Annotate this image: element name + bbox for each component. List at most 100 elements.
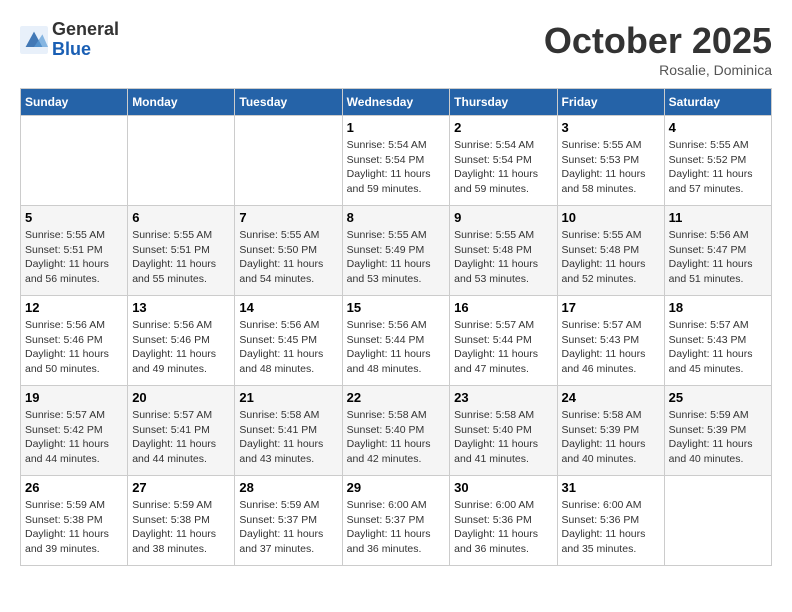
day-number: 4 (669, 120, 767, 135)
day-info: Sunrise: 5:59 AM Sunset: 5:39 PM Dayligh… (669, 408, 767, 467)
calendar-day-header: Tuesday (235, 89, 342, 116)
calendar-cell: 2 Sunrise: 5:54 AM Sunset: 5:54 PM Daylig… (450, 116, 557, 206)
logo-blue: Blue (52, 40, 119, 60)
day-info: Sunrise: 5:55 AM Sunset: 5:48 PM Dayligh… (562, 228, 660, 287)
day-number: 5 (25, 210, 123, 225)
page-header: General Blue October 2025 Rosalie, Domin… (20, 20, 772, 78)
month-title: October 2025 (544, 20, 772, 62)
calendar-week-row: 19 Sunrise: 5:57 AM Sunset: 5:42 PM Dayli… (21, 386, 772, 476)
day-info: Sunrise: 5:55 AM Sunset: 5:53 PM Dayligh… (562, 138, 660, 197)
day-number: 23 (454, 390, 552, 405)
day-number: 22 (347, 390, 446, 405)
location: Rosalie, Dominica (544, 62, 772, 78)
day-number: 3 (562, 120, 660, 135)
calendar-cell: 17 Sunrise: 5:57 AM Sunset: 5:43 PM Dayli… (557, 296, 664, 386)
calendar-cell: 22 Sunrise: 5:58 AM Sunset: 5:40 PM Dayli… (342, 386, 450, 476)
day-info: Sunrise: 5:56 AM Sunset: 5:46 PM Dayligh… (132, 318, 230, 377)
day-number: 27 (132, 480, 230, 495)
logo: General Blue (20, 20, 119, 60)
calendar-cell (128, 116, 235, 206)
day-info: Sunrise: 5:58 AM Sunset: 5:40 PM Dayligh… (454, 408, 552, 467)
day-number: 9 (454, 210, 552, 225)
calendar-day-header: Thursday (450, 89, 557, 116)
calendar-week-row: 1 Sunrise: 5:54 AM Sunset: 5:54 PM Daylig… (21, 116, 772, 206)
calendar-week-row: 26 Sunrise: 5:59 AM Sunset: 5:38 PM Dayli… (21, 476, 772, 566)
day-number: 26 (25, 480, 123, 495)
day-number: 13 (132, 300, 230, 315)
calendar-cell: 25Sunrise: 5:59 AM Sunset: 5:39 PM Dayli… (664, 386, 771, 476)
day-info: Sunrise: 5:59 AM Sunset: 5:37 PM Dayligh… (239, 498, 337, 557)
day-number: 15 (347, 300, 446, 315)
day-number: 14 (239, 300, 337, 315)
day-info: Sunrise: 5:57 AM Sunset: 5:43 PM Dayligh… (562, 318, 660, 377)
day-info: Sunrise: 5:59 AM Sunset: 5:38 PM Dayligh… (132, 498, 230, 557)
calendar-body: 1 Sunrise: 5:54 AM Sunset: 5:54 PM Daylig… (21, 116, 772, 566)
calendar-cell: 21Sunrise: 5:58 AM Sunset: 5:41 PM Dayli… (235, 386, 342, 476)
day-number: 17 (562, 300, 660, 315)
calendar: SundayMondayTuesdayWednesdayThursdayFrid… (20, 88, 772, 566)
calendar-cell: 19 Sunrise: 5:57 AM Sunset: 5:42 PM Dayli… (21, 386, 128, 476)
calendar-cell: 16Sunrise: 5:57 AM Sunset: 5:44 PM Dayli… (450, 296, 557, 386)
day-info: Sunrise: 5:57 AM Sunset: 5:43 PM Dayligh… (669, 318, 767, 377)
day-number: 18 (669, 300, 767, 315)
day-info: Sunrise: 5:55 AM Sunset: 5:51 PM Dayligh… (132, 228, 230, 287)
day-number: 7 (239, 210, 337, 225)
calendar-cell: 27 Sunrise: 5:59 AM Sunset: 5:38 PM Dayli… (128, 476, 235, 566)
day-number: 10 (562, 210, 660, 225)
day-info: Sunrise: 5:54 AM Sunset: 5:54 PM Dayligh… (454, 138, 552, 197)
calendar-cell: 5 Sunrise: 5:55 AM Sunset: 5:51 PM Daylig… (21, 206, 128, 296)
calendar-cell: 30Sunrise: 6:00 AM Sunset: 5:36 PM Dayli… (450, 476, 557, 566)
logo-general: General (52, 20, 119, 40)
day-info: Sunrise: 5:55 AM Sunset: 5:51 PM Dayligh… (25, 228, 123, 287)
day-info: Sunrise: 5:56 AM Sunset: 5:45 PM Dayligh… (239, 318, 337, 377)
calendar-day-header: Sunday (21, 89, 128, 116)
day-info: Sunrise: 5:54 AM Sunset: 5:54 PM Dayligh… (347, 138, 446, 197)
day-info: Sunrise: 5:55 AM Sunset: 5:52 PM Dayligh… (669, 138, 767, 197)
day-number: 1 (347, 120, 446, 135)
calendar-cell: 6Sunrise: 5:55 AM Sunset: 5:51 PM Daylig… (128, 206, 235, 296)
calendar-cell: 3 Sunrise: 5:55 AM Sunset: 5:53 PM Daylig… (557, 116, 664, 206)
day-number: 19 (25, 390, 123, 405)
calendar-day-header: Saturday (664, 89, 771, 116)
day-info: Sunrise: 5:59 AM Sunset: 5:38 PM Dayligh… (25, 498, 123, 557)
calendar-cell: 23 Sunrise: 5:58 AM Sunset: 5:40 PM Dayli… (450, 386, 557, 476)
day-number: 16 (454, 300, 552, 315)
calendar-cell (664, 476, 771, 566)
calendar-cell: 28Sunrise: 5:59 AM Sunset: 5:37 PM Dayli… (235, 476, 342, 566)
calendar-cell: 18 Sunrise: 5:57 AM Sunset: 5:43 PM Dayli… (664, 296, 771, 386)
calendar-day-header: Monday (128, 89, 235, 116)
day-number: 21 (239, 390, 337, 405)
calendar-cell: 11Sunrise: 5:56 AM Sunset: 5:47 PM Dayli… (664, 206, 771, 296)
calendar-cell: 4 Sunrise: 5:55 AM Sunset: 5:52 PM Daylig… (664, 116, 771, 206)
calendar-cell: 8 Sunrise: 5:55 AM Sunset: 5:49 PM Daylig… (342, 206, 450, 296)
calendar-day-header: Friday (557, 89, 664, 116)
day-number: 11 (669, 210, 767, 225)
day-info: Sunrise: 6:00 AM Sunset: 5:37 PM Dayligh… (347, 498, 446, 557)
day-number: 29 (347, 480, 446, 495)
day-number: 30 (454, 480, 552, 495)
calendar-cell: 15 Sunrise: 5:56 AM Sunset: 5:44 PM Dayli… (342, 296, 450, 386)
calendar-cell: 1 Sunrise: 5:54 AM Sunset: 5:54 PM Daylig… (342, 116, 450, 206)
logo-text: General Blue (52, 20, 119, 60)
calendar-cell: 13 Sunrise: 5:56 AM Sunset: 5:46 PM Dayli… (128, 296, 235, 386)
day-info: Sunrise: 5:56 AM Sunset: 5:44 PM Dayligh… (347, 318, 446, 377)
calendar-cell: 24Sunrise: 5:58 AM Sunset: 5:39 PM Dayli… (557, 386, 664, 476)
day-info: Sunrise: 5:58 AM Sunset: 5:40 PM Dayligh… (347, 408, 446, 467)
calendar-cell: 29 Sunrise: 6:00 AM Sunset: 5:37 PM Dayli… (342, 476, 450, 566)
day-number: 8 (347, 210, 446, 225)
calendar-header-row: SundayMondayTuesdayWednesdayThursdayFrid… (21, 89, 772, 116)
calendar-cell: 31Sunrise: 6:00 AM Sunset: 5:36 PM Dayli… (557, 476, 664, 566)
calendar-cell: 26 Sunrise: 5:59 AM Sunset: 5:38 PM Dayli… (21, 476, 128, 566)
calendar-cell: 12Sunrise: 5:56 AM Sunset: 5:46 PM Dayli… (21, 296, 128, 386)
calendar-cell: 20Sunrise: 5:57 AM Sunset: 5:41 PM Dayli… (128, 386, 235, 476)
day-info: Sunrise: 5:55 AM Sunset: 5:48 PM Dayligh… (454, 228, 552, 287)
day-info: Sunrise: 5:55 AM Sunset: 5:49 PM Dayligh… (347, 228, 446, 287)
calendar-cell: 7Sunrise: 5:55 AM Sunset: 5:50 PM Daylig… (235, 206, 342, 296)
day-number: 12 (25, 300, 123, 315)
day-number: 31 (562, 480, 660, 495)
day-info: Sunrise: 5:57 AM Sunset: 5:42 PM Dayligh… (25, 408, 123, 467)
calendar-cell: 14 Sunrise: 5:56 AM Sunset: 5:45 PM Dayli… (235, 296, 342, 386)
day-info: Sunrise: 5:57 AM Sunset: 5:41 PM Dayligh… (132, 408, 230, 467)
calendar-cell (235, 116, 342, 206)
day-number: 2 (454, 120, 552, 135)
